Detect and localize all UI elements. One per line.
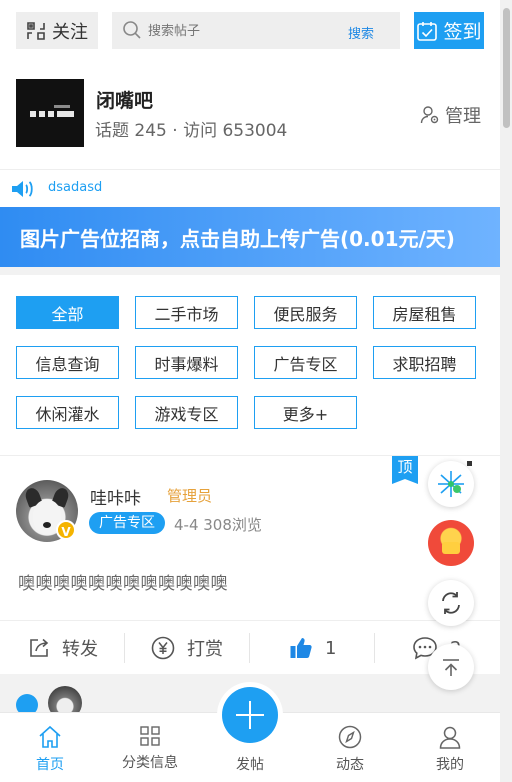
calendar-check-icon [417,21,438,41]
search-button[interactable]: 搜索 [348,23,374,42]
plus-icon [222,687,278,743]
user-gear-icon [420,106,439,124]
page: 关注 搜索 签到 闭嘴吧 话题 245 · 访问 653004 [0,0,500,782]
forum-info: 闭嘴吧 话题 245 · 访问 653004 管理 [0,62,500,170]
back-to-top-button[interactable] [428,644,474,690]
top-bar: 关注 搜索 签到 [0,0,500,62]
post-card[interactable]: 顶 V 哇咔咔 管理员 广告专区 4-4 308浏览 噢噢噢噢噢噢噢噢噢噢噢噢 … [0,456,500,674]
category-secondhand[interactable]: 二手市场 [135,296,238,329]
category-services[interactable]: 便民服务 [254,296,357,329]
home-icon [39,725,61,748]
post-category-tag[interactable]: 广告专区 [89,512,165,534]
category-games[interactable]: 游戏专区 [135,396,238,429]
share-label: 转发 [62,639,98,660]
share-button[interactable]: 转发 [28,621,98,675]
category-all[interactable]: 全部 [16,296,119,329]
arrow-up-icon [443,659,459,676]
fireworks-icon [438,471,464,497]
share-icon [30,638,49,657]
tab-home[interactable]: 首页 [0,713,100,782]
category-news[interactable]: 时事爆料 [135,346,238,379]
author-name[interactable]: 哇咔咔 [90,484,141,509]
notice-text: dsadasd [48,180,103,195]
fireworks-float-button[interactable] [428,461,474,507]
ad-banner-text: 图片广告位招商，点击自助上传广告(0.01元/天) [20,226,455,251]
follow-label: 关注 [52,21,88,43]
tab-categories[interactable]: 分类信息 [100,713,200,782]
forum-thumbnail [16,79,84,147]
thumbs-up-icon [290,638,312,658]
reward-button[interactable]: 打赏 [151,621,223,675]
category-grid: 全部 二手市场 便民服务 房屋租售 信息查询 时事爆料 广告专区 求职招聘 休闲… [0,275,500,455]
refresh-float-button[interactable] [428,580,474,626]
red-packet-float-button[interactable] [428,520,474,566]
scrollbar[interactable] [500,0,512,782]
search-icon [123,21,141,39]
user-icon [439,726,461,749]
post-body[interactable]: 噢噢噢噢噢噢噢噢噢噢噢噢 [18,569,228,594]
reward-label: 打赏 [187,639,223,660]
tab-categories-label: 分类信息 [122,755,178,771]
yuan-coin-icon [151,636,175,660]
new-post-button[interactable] [217,682,283,748]
tab-mine[interactable]: 我的 [400,713,500,782]
like-count: 1 [325,637,337,659]
refresh-icon [442,592,460,614]
notice-bar[interactable]: dsadasd [0,170,500,207]
search-input[interactable] [148,20,338,42]
follow-button[interactable]: 关注 [16,12,98,49]
tab-mine-label: 我的 [436,757,464,773]
tab-activity[interactable]: 动态 [300,713,400,782]
category-more[interactable]: 更多+ [254,396,357,429]
category-info-query[interactable]: 信息查询 [16,346,119,379]
grid-icon [140,726,160,746]
signin-button[interactable]: 签到 [414,12,484,49]
compass-icon [338,725,362,749]
follow-icon [27,21,45,40]
search-bar: 搜索 [112,12,400,49]
speaker-icon [12,181,33,197]
forum-stats: 话题 245 · 访问 653004 [95,121,288,141]
ad-banner[interactable]: 图片广告位招商，点击自助上传广告(0.01元/天) [0,207,500,267]
author-role: 管理员 [167,487,213,505]
section-gap [0,267,500,275]
category-leisure[interactable]: 休闲灌水 [16,396,119,429]
manage-button[interactable]: 管理 [420,102,481,128]
post-meta: 4-4 308浏览 [174,516,262,534]
signin-label: 签到 [443,21,482,43]
category-ads[interactable]: 广告专区 [254,346,357,379]
category-housing[interactable]: 房屋租售 [373,296,476,329]
manage-label: 管理 [445,106,481,127]
tab-activity-label: 动态 [336,757,364,773]
forum-name: 闭嘴吧 [96,90,154,112]
tab-home-label: 首页 [36,757,64,773]
category-jobs[interactable]: 求职招聘 [373,346,476,379]
pinned-tag: 顶 [392,456,418,484]
new-post-label: 发帖 [236,757,264,773]
verified-badge: V [56,520,76,540]
post-actions: 转发 打赏 1 [0,620,500,674]
like-button[interactable]: 1 [289,621,336,675]
scrollbar-thumb[interactable] [503,8,510,128]
